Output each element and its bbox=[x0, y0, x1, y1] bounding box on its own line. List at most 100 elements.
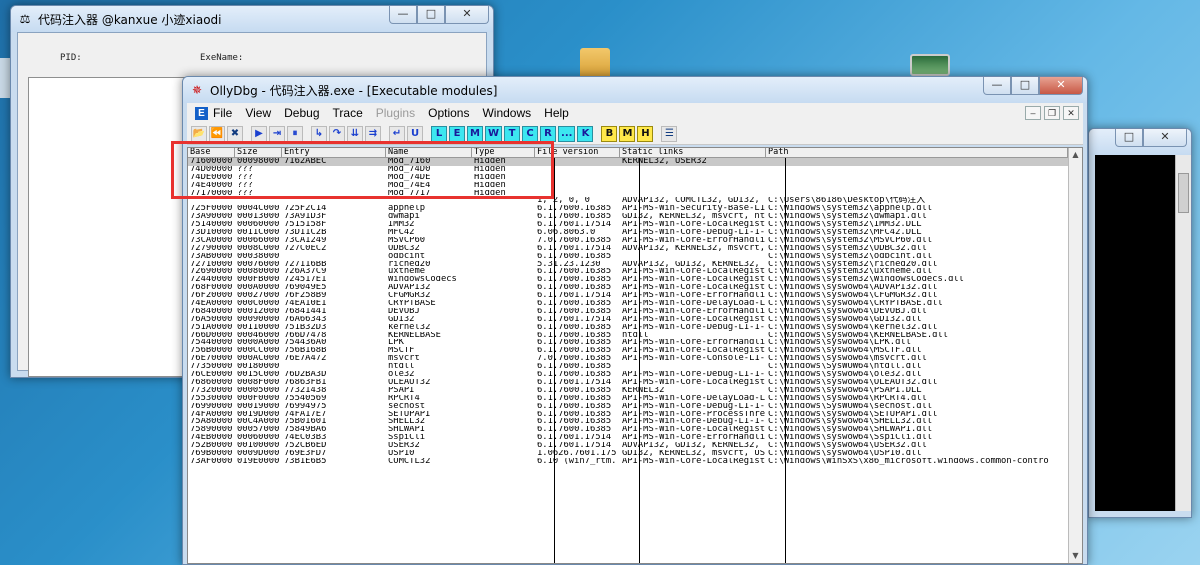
go-to-user-code-icon[interactable]: U bbox=[407, 125, 423, 142]
col-static-links[interactable]: Static links bbox=[620, 148, 766, 157]
console-close-button[interactable]: ✕ bbox=[1143, 129, 1187, 147]
cell-type bbox=[472, 363, 535, 371]
toolbar-cpu-button[interactable]: C bbox=[522, 125, 539, 142]
table-row[interactable]: 76CE0000 0015C000 76D2BA3D ole32 6.1.7600.16… bbox=[188, 371, 1068, 379]
modules-table[interactable]: Base Size Entry Name Type File version S… bbox=[188, 148, 1068, 563]
table-row[interactable]: 75440000 0000A000 754436A0 LPK 6.1.7600.1638… bbox=[188, 339, 1068, 347]
menu-view[interactable]: View bbox=[245, 106, 271, 120]
cell-static-links: ADVAPI32, GDI32, KERNEL32, bbox=[622, 442, 760, 450]
cell-entry: 756B168B bbox=[284, 347, 327, 356]
cell-name: ntdll bbox=[388, 363, 415, 372]
table-row[interactable]: 768F0000 000A0000 769049E5 ADVAPI32 6.1.7600… bbox=[188, 284, 1068, 292]
table-row[interactable]: 75890000 00057000 75849BA6 SHLWAPI 6.1.7600.… bbox=[188, 426, 1068, 434]
toolbar-modules-button[interactable]: E bbox=[449, 125, 465, 142]
table-row[interactable]: 74EA0000 000C0000 74EA10E1 CRYPTBASE 6.1.760… bbox=[188, 300, 1068, 308]
cell-file-version: 6.1.7600.16385 bbox=[537, 402, 612, 411]
table-row[interactable]: 76A50000 00090000 76A66343 GDI32 6.1.7601.17… bbox=[188, 316, 1068, 324]
cell-name: USP10 bbox=[388, 449, 415, 458]
close-process-icon[interactable]: ✖ bbox=[227, 125, 243, 142]
console-scrollbar[interactable] bbox=[1175, 155, 1191, 511]
table-row[interactable]: 76840000 00012000 76841441 DEVOBJ 6.1.7600.1… bbox=[188, 308, 1068, 316]
table-row[interactable]: 766D0000 00046000 766D7478 KERNELBASE 6.1.76… bbox=[188, 332, 1068, 340]
process-listbox[interactable] bbox=[28, 77, 188, 377]
console-scroll-thumb[interactable] bbox=[1178, 173, 1189, 213]
table-row[interactable]: 73D10000 0011C000 73D11C2B MFC42 6.06.8063.0… bbox=[188, 229, 1068, 237]
ollydbg-close-button[interactable]: ✕ bbox=[1039, 77, 1083, 95]
table-row[interactable]: 76E70000 000AC000 76E7A472 msvcrt 7.0.7600.1… bbox=[188, 355, 1068, 363]
toolbar-windows-button[interactable]: W bbox=[485, 125, 503, 142]
table-row[interactable]: 77320000 00005000 77321438 PSAPI 6.1.7600.16… bbox=[188, 387, 1068, 395]
toolbar-references-button[interactable]: R bbox=[540, 125, 557, 142]
cell-type bbox=[472, 245, 535, 253]
table-row[interactable]: 725F0000 0004C000 725F2C14 apphelp 6.1.7600.… bbox=[188, 205, 1068, 213]
scroll-down-icon[interactable]: ▼ bbox=[1069, 549, 1082, 563]
cell-static-links: API-MS-Win-Core-LocalRegist bbox=[622, 347, 765, 356]
run-icon[interactable]: ▶ bbox=[251, 125, 267, 142]
col-path[interactable]: Path bbox=[766, 148, 1068, 157]
trace-into-icon[interactable]: ⇊ bbox=[347, 125, 363, 142]
pause-icon[interactable]: ⏸ bbox=[287, 125, 303, 142]
maximize-button[interactable]: □ bbox=[417, 6, 445, 24]
table-row[interactable]: 769B0000 0009D000 769E3FD7 USP10 1.0626.7601… bbox=[188, 450, 1068, 458]
toolbar-breakpoints-button[interactable]: B bbox=[601, 125, 618, 142]
table-row[interactable]: 73CA0000 00066000 73CA1249 MSVCP60 7.0.7600.… bbox=[188, 237, 1068, 245]
table-row[interactable]: 77350000 00180000 ntdll 6.1.7600.16385 C:\Wi… bbox=[188, 363, 1068, 371]
table-row[interactable]: 74FA0000 0019D000 74FA17E7 SETUPAPI 6.1.7600… bbox=[188, 411, 1068, 419]
mdi-close-button[interactable]: ✕ bbox=[1063, 106, 1079, 120]
menu-debug[interactable]: Debug bbox=[284, 106, 319, 120]
exename-label: ExeName: bbox=[200, 53, 244, 63]
toolbar-memory-button[interactable]: M bbox=[467, 125, 483, 142]
list-icon[interactable]: ☰ bbox=[661, 125, 678, 142]
e-menu-icon[interactable]: E bbox=[195, 106, 208, 120]
execute-till-return-icon[interactable]: ↵ bbox=[389, 125, 405, 142]
table-row[interactable]: 72790000 0008C000 727C0EC2 ODBC32 6.1.7601.1… bbox=[188, 245, 1068, 253]
menu-plugins[interactable]: Plugins bbox=[376, 106, 415, 120]
table-row[interactable]: 756B0000 000CC000 756B168B MSCTF 6.1.7600.16… bbox=[188, 347, 1068, 355]
table-row[interactable]: 76860000 0008F000 76863FB1 OLEAUT32 6.1.7601… bbox=[188, 379, 1068, 387]
modules-scrollbar[interactable]: ▲ ▼ bbox=[1068, 148, 1082, 563]
table-row[interactable]: 74EB0000 00060000 74EC03B3 SspiCli 6.1.7601.… bbox=[188, 434, 1068, 442]
ollydbg-maximize-button[interactable]: □ bbox=[1011, 77, 1039, 95]
table-row[interactable]: 76990000 00019000 76994975 sechost 6.1.7600.… bbox=[188, 403, 1068, 411]
close-button[interactable]: ✕ bbox=[445, 6, 489, 24]
table-row[interactable]: 72690000 00080000 726A37C9 uxtheme 6.1.7600.… bbox=[188, 268, 1068, 276]
cell-entry: 75540569 bbox=[284, 394, 327, 403]
table-row[interactable]: 72440000 000FB000 724517E1 WindowsCodecs 6.1… bbox=[188, 276, 1068, 284]
table-row[interactable]: 73AB0000 00038000 odbcint 6.1.7600.16385 C:\… bbox=[188, 253, 1068, 261]
table-row[interactable]: 752B0000 00100000 752CB6ED USER32 6.1.7601.1… bbox=[188, 442, 1068, 450]
menu-windows[interactable]: Windows bbox=[482, 106, 531, 120]
table-row[interactable]: 73A90000 00013000 73A91D3F dwmapi 6.1.7600.1… bbox=[188, 213, 1068, 221]
toolbar-membreak-button[interactable]: M bbox=[619, 125, 636, 142]
rewind-icon[interactable]: ⏪ bbox=[209, 125, 225, 142]
scroll-up-icon[interactable]: ▲ bbox=[1069, 148, 1082, 162]
step-over-icon[interactable]: ↷ bbox=[329, 125, 345, 142]
desktop-icon-app[interactable] bbox=[910, 54, 950, 76]
table-row[interactable]: 75530000 000F0000 75540569 RPCRT4 6.1.7600.1… bbox=[188, 395, 1068, 403]
table-row[interactable]: 72710000 00076000 727116BB riched20 5.31.23.… bbox=[188, 261, 1068, 269]
table-row[interactable]: 73AF0000 019E0000 73B1E6B5 COMCTL32 6.10 (wi… bbox=[188, 458, 1068, 466]
cell-base: 75890000 bbox=[190, 426, 233, 435]
toolbar-hwbreak-button[interactable]: H bbox=[637, 125, 654, 142]
trace-over-icon[interactable]: ⇉ bbox=[365, 125, 381, 142]
ollydbg-minimize-button[interactable]: — bbox=[983, 77, 1011, 95]
run-thread-icon[interactable]: ⇥ bbox=[269, 125, 285, 142]
mdi-restore-button[interactable]: ❐ bbox=[1044, 106, 1060, 120]
cell-size: 000FB000 bbox=[237, 276, 280, 285]
table-row[interactable]: 76F20000 00027000 76F258B9 CFGMGR32 6.1.7601… bbox=[188, 292, 1068, 300]
toolbar-threads-button[interactable]: T bbox=[504, 125, 521, 142]
toolbar-runtrace-button[interactable]: ... bbox=[558, 125, 576, 142]
toolbar-log-button[interactable]: L bbox=[431, 125, 447, 142]
open-icon[interactable]: 📂 bbox=[191, 125, 207, 142]
toolbar-callstack-button[interactable]: K bbox=[577, 125, 594, 142]
menu-options[interactable]: Options bbox=[428, 106, 469, 120]
table-row[interactable]: 751A0000 00110000 751B32D3 kernel32 6.1.7600… bbox=[188, 324, 1068, 332]
console-maximize-button[interactable]: □ bbox=[1115, 129, 1143, 147]
menu-file[interactable]: File bbox=[213, 106, 232, 120]
table-row[interactable]: 75140000 00060000 7515158F IMM32 6.1.7601.17… bbox=[188, 221, 1068, 229]
table-row[interactable]: 75A80000 00C4A000 75B01601 SHELL32 6.1.7600.… bbox=[188, 418, 1068, 426]
minimize-button[interactable]: — bbox=[389, 6, 417, 24]
menu-help[interactable]: Help bbox=[544, 106, 569, 120]
menu-trace[interactable]: Trace bbox=[333, 106, 363, 120]
step-into-icon[interactable]: ↳ bbox=[311, 125, 327, 142]
mdi-minimize-button[interactable]: – bbox=[1025, 106, 1041, 120]
